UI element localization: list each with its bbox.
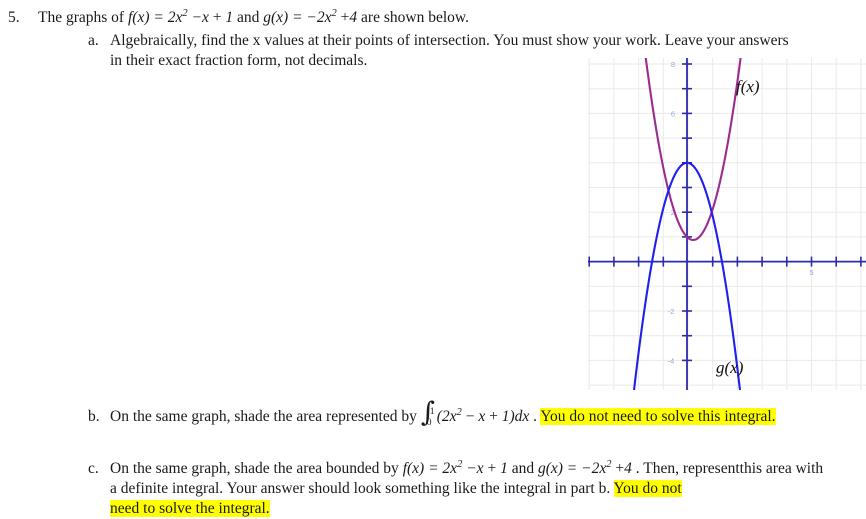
- part-c-body: On the same graph, shade the area bounde…: [110, 459, 825, 519]
- part-c-text-pre: On the same graph, shade the area bounde…: [110, 460, 403, 477]
- x-tick-label-5: 5: [809, 268, 813, 277]
- question-number: 5.: [8, 9, 20, 26]
- grid-lines: [588, 58, 866, 390]
- part-c-post: . Then, represent: [631, 460, 740, 477]
- worksheet-page: 5. The graphs of f(x) = 2x2 −x + 1 and g…: [0, 0, 866, 519]
- integral-lower-limit: 0: [426, 417, 432, 429]
- part-c-highlight-1: You do not: [613, 480, 682, 497]
- stem-mid: and: [233, 9, 264, 26]
- stem-prefix: The graphs of: [38, 9, 128, 26]
- part-b-after-integral: .: [529, 408, 541, 425]
- part-c-letter: c.: [88, 460, 99, 477]
- part-b-text-before-integral: On the same graph, shade the area repres…: [110, 408, 421, 425]
- part-c-mid: and: [507, 460, 538, 477]
- axes: [588, 58, 866, 390]
- part-b-letter: b.: [88, 408, 100, 425]
- part-b-integrand: (2x2 − x + 1)dx: [436, 406, 530, 425]
- y-tick-label-neg2: -2: [668, 307, 675, 316]
- stem-f-definition: f(x) = 2x2 −x + 1: [127, 7, 234, 26]
- part-a-line1: Algebraically, find the x values at thei…: [110, 32, 789, 49]
- function-graph: 8 6 2 -2 -4 5 f(x) g(x): [588, 58, 866, 390]
- stem-suffix: are shown below.: [357, 9, 469, 26]
- part-b-body: On the same graph, shade the area repres…: [110, 399, 855, 428]
- stem-g-definition: g(x) = −2x2 +4: [263, 7, 358, 26]
- y-tick-label-neg4: -4: [668, 356, 675, 365]
- part-c-g-definition: g(x) = −2x2 +4: [537, 458, 632, 477]
- curve-label-g: g(x): [716, 358, 744, 377]
- definite-integral-symbol: ∫ 1 0: [421, 399, 437, 428]
- part-a-letter: a.: [88, 32, 99, 49]
- part-c-highlight-2: need to solve the integral.: [110, 500, 270, 517]
- part-c-f-definition: f(x) = 2x2 −x + 1: [402, 458, 508, 477]
- y-tick-label-8: 8: [671, 60, 675, 69]
- curve-label-f: f(x): [736, 77, 760, 96]
- question-stem: The graphs of f(x) = 2x2 −x + 1 and g(x)…: [38, 8, 469, 28]
- y-tick-label-6: 6: [671, 109, 675, 118]
- graph-svg: 8 6 2 -2 -4 5: [588, 58, 866, 390]
- part-b-highlight: You do not need to solve this integral.: [540, 408, 776, 425]
